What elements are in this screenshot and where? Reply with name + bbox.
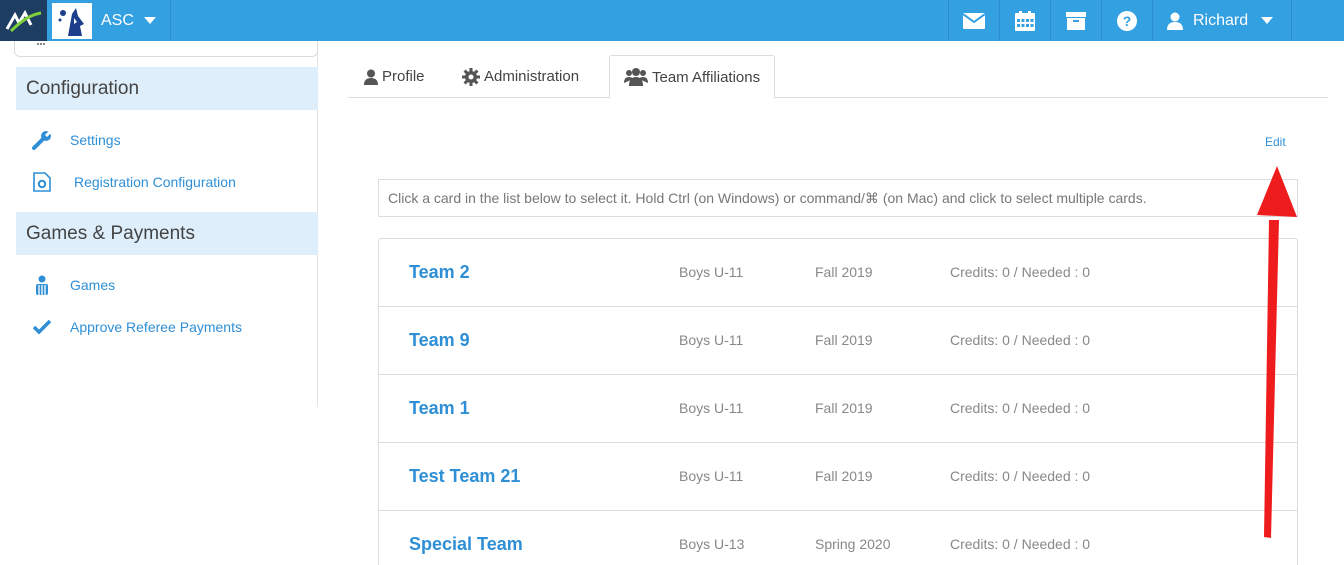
team-season: Spring 2020 [815, 536, 891, 552]
brand-logo[interactable] [0, 0, 47, 41]
sidebar-item-label: Registration Configuration [74, 174, 236, 190]
team-name: Special Team [409, 534, 523, 554]
org-switcher[interactable]: ASC [47, 0, 171, 41]
team-list: Team 2 Boys U-11 Fall 2019 Credits: 0 / … [378, 238, 1298, 565]
user-name: Richard [1193, 11, 1249, 29]
team-card[interactable]: Team 2 Boys U-11 Fall 2019 Credits: 0 / … [379, 239, 1297, 307]
team-credits: Credits: 0 / Needed : 0 [950, 468, 1091, 484]
team-card[interactable]: Team 1 Boys U-11 Fall 2019 Credits: 0 / … [379, 375, 1297, 443]
user-menu[interactable]: Richard [1152, 0, 1292, 41]
sidebar: Configuration Settings Registration Conf… [0, 41, 318, 407]
user-icon [364, 69, 378, 85]
team-division: Boys U-11 [679, 264, 744, 280]
team-card[interactable]: Special Team Boys U-13 Spring 2020 Credi… [379, 511, 1297, 565]
team-season: Fall 2019 [815, 468, 873, 484]
section-title-configuration: Configuration [16, 67, 318, 110]
users-icon [624, 68, 648, 86]
section-title-games-payments: Games & Payments [16, 212, 318, 255]
org-name: ASC [101, 11, 134, 29]
team-name: Team 9 [409, 330, 470, 350]
team-name: Test Team 21 [409, 466, 521, 486]
tab-label: Profile [382, 68, 425, 85]
sidebar-item-games[interactable]: Games [30, 273, 115, 297]
team-season: Fall 2019 [815, 400, 873, 416]
team-division: Boys U-11 [679, 468, 744, 484]
team-credits: Credits: 0 / Needed : 0 [950, 264, 1091, 280]
file-gear-icon [30, 170, 54, 194]
calendar-icon [1015, 10, 1035, 31]
chevron-down-icon [1261, 17, 1274, 24]
tab-label: Administration [484, 68, 580, 85]
messages-button[interactable] [948, 0, 999, 41]
sidebar-item-registration-configuration[interactable]: Registration Configuration [30, 170, 236, 194]
help-button[interactable]: ? [1101, 0, 1152, 41]
sidebar-item-approve-referee-payments[interactable]: Approve Referee Payments [30, 315, 242, 339]
sidebar-item-label: Approve Referee Payments [70, 319, 242, 335]
team-division: Boys U-11 [679, 332, 744, 348]
check-icon [30, 315, 54, 339]
team-season: Fall 2019 [815, 264, 873, 280]
calendar-button[interactable] [999, 0, 1050, 41]
team-credits: Credits: 0 / Needed : 0 [950, 536, 1091, 552]
team-credits: Credits: 0 / Needed : 0 [950, 332, 1091, 348]
archive-button[interactable] [1050, 0, 1101, 41]
org-logo [52, 2, 92, 39]
archive-icon [1066, 11, 1086, 30]
team-name: Team 2 [409, 262, 470, 282]
team-division: Boys U-13 [679, 536, 745, 552]
tab-profile[interactable]: Profile [350, 55, 439, 98]
svg-text:?: ? [1123, 13, 1132, 29]
selection-hint: Click a card in the list below to select… [378, 179, 1298, 217]
help-icon: ? [1117, 10, 1137, 31]
team-card[interactable]: Team 9 Boys U-11 Fall 2019 Credits: 0 / … [379, 307, 1297, 375]
tab-administration[interactable]: Administration [448, 55, 593, 98]
tab-label: Team Affiliations [652, 68, 761, 86]
team-division: Boys U-11 [679, 400, 744, 416]
referee-icon [30, 273, 54, 297]
wrench-icon [30, 128, 54, 152]
top-actions: ? Richard [948, 0, 1292, 41]
sidebar-item-label: Settings [70, 132, 121, 148]
team-card[interactable]: Test Team 21 Boys U-11 Fall 2019 Credits… [379, 443, 1297, 511]
sidebar-item-settings[interactable]: Settings [30, 128, 121, 152]
stub-glyph [37, 41, 45, 45]
sidebar-tab-stub [14, 41, 318, 57]
edit-link[interactable]: Edit [1265, 135, 1286, 149]
chevron-down-icon [143, 17, 156, 24]
tab-bar: Profile Administration Team Affiliations [348, 55, 1328, 99]
team-name: Team 1 [409, 398, 470, 418]
brand-logo-icon [5, 9, 41, 32]
sidebar-item-label: Games [70, 277, 116, 293]
team-season: Fall 2019 [815, 332, 873, 348]
tab-team-affiliations[interactable]: Team Affiliations [609, 55, 776, 99]
user-icon [1167, 12, 1183, 30]
envelope-icon [963, 12, 985, 29]
team-credits: Credits: 0 / Needed : 0 [950, 400, 1091, 416]
gear-icon [462, 67, 480, 86]
wolf-crest-icon [58, 7, 84, 36]
top-navbar: ASC ? Richard [0, 0, 1344, 41]
